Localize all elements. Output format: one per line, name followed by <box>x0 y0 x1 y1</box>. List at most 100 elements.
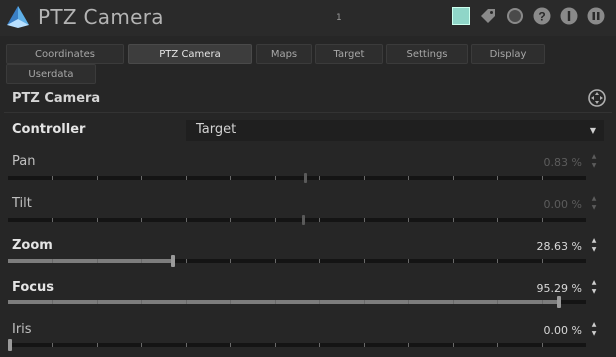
focus-value: 95.29 % <box>536 282 582 295</box>
pan-value: 0.83 % <box>543 156 582 169</box>
slider-tick <box>141 176 142 180</box>
section-header: PTZ Camera <box>0 87 616 111</box>
slider-tick <box>141 343 142 347</box>
slider-tick <box>186 259 187 263</box>
slider-tick <box>497 176 498 180</box>
tab-ptz-camera[interactable]: PTZ Camera <box>128 44 252 64</box>
slider-tick <box>542 259 543 263</box>
slider-tick <box>141 259 142 263</box>
slider-tick <box>408 259 409 263</box>
slider-tick <box>230 343 231 347</box>
iris-value: 0.00 % <box>543 324 582 337</box>
window-title: PTZ Camera <box>38 5 164 29</box>
slider-tick <box>497 259 498 263</box>
slider-tick <box>364 259 365 263</box>
tag-icon[interactable] <box>478 6 498 26</box>
focus-stepper[interactable]: ▲ ▼ <box>590 278 598 296</box>
slider-tick <box>186 218 187 222</box>
tab-coordinates[interactable]: Coordinates <box>6 44 124 64</box>
tab-userdata[interactable]: Userdata <box>6 64 96 84</box>
slider-tick <box>52 300 53 304</box>
controller-dropdown[interactable]: Target ▼ <box>186 120 604 141</box>
slider-tick <box>275 218 276 222</box>
slider-tick <box>453 343 454 347</box>
status-mark: 1 <box>336 13 342 23</box>
slider-tick <box>408 218 409 222</box>
tilt-label: Tilt <box>12 196 32 211</box>
slider-tick <box>453 218 454 222</box>
slider-tick <box>408 343 409 347</box>
slider-tick <box>230 176 231 180</box>
slider-tick <box>230 259 231 263</box>
slider-tick <box>453 176 454 180</box>
slider-tick <box>97 300 98 304</box>
slider-tick <box>408 176 409 180</box>
section-title: PTZ Camera <box>12 91 101 106</box>
toolbar-icons: ? <box>451 6 606 26</box>
slider-tick <box>319 176 320 180</box>
iris-ticks <box>8 343 586 347</box>
zoom-value: 28.63 % <box>536 240 582 253</box>
pause-icon[interactable] <box>586 6 606 26</box>
divider <box>4 112 612 113</box>
slider-tick <box>319 300 320 304</box>
slider-tick <box>230 300 231 304</box>
slider-tick <box>275 343 276 347</box>
zoom-stepper[interactable]: ▲ ▼ <box>590 236 598 254</box>
slider-tick <box>364 176 365 180</box>
slider-tick <box>275 176 276 180</box>
title-bar: PTZ Camera 1 ? <box>0 0 616 36</box>
slider-tick <box>364 300 365 304</box>
slider-tick <box>275 259 276 263</box>
app-logo-icon <box>7 6 29 28</box>
slider-tick <box>141 300 142 304</box>
tab-bar: Coordinates PTZ Camera Maps Target Setti… <box>0 40 616 86</box>
tab-maps[interactable]: Maps <box>256 44 312 64</box>
slider-tick <box>97 259 98 263</box>
slider-tick <box>52 176 53 180</box>
slider-tick <box>497 218 498 222</box>
slider-tick <box>453 259 454 263</box>
slider-tick <box>319 218 320 222</box>
zoom-ticks <box>8 259 586 263</box>
slider-tick <box>542 176 543 180</box>
tilt-stepper[interactable]: ▲ ▼ <box>590 194 598 212</box>
slider-tick <box>230 218 231 222</box>
slider-tick <box>364 343 365 347</box>
tab-display[interactable]: Display <box>471 44 545 64</box>
slider-tick <box>453 300 454 304</box>
help-icon[interactable]: ? <box>532 6 552 26</box>
slider-tick <box>319 343 320 347</box>
slider-tick <box>497 300 498 304</box>
tab-target[interactable]: Target <box>315 44 383 64</box>
tab-settings[interactable]: Settings <box>386 44 468 64</box>
slider-tick <box>319 259 320 263</box>
slider-tick <box>52 343 53 347</box>
tilt-ticks <box>8 218 586 222</box>
pan-ticks <box>8 176 586 180</box>
focus-ticks <box>8 300 586 304</box>
color-swatch-icon[interactable] <box>451 6 471 26</box>
slider-tick <box>52 218 53 222</box>
pan-stepper[interactable]: ▲ ▼ <box>590 152 598 170</box>
iris-label: Iris <box>12 322 32 337</box>
slider-tick <box>408 300 409 304</box>
tilt-value: 0.00 % <box>543 198 582 211</box>
zoom-label: Zoom <box>12 238 53 253</box>
iris-stepper[interactable]: ▲ ▼ <box>590 320 598 338</box>
controller-label: Controller <box>12 122 86 137</box>
slider-tick <box>542 218 543 222</box>
info-icon[interactable] <box>559 6 579 26</box>
slider-tick <box>186 176 187 180</box>
focus-label: Focus <box>12 280 54 295</box>
move-icon[interactable] <box>588 89 606 107</box>
record-icon[interactable] <box>505 6 525 26</box>
pan-label: Pan <box>12 154 36 169</box>
dropdown-arrow-icon: ▼ <box>589 126 596 135</box>
slider-tick <box>364 218 365 222</box>
controller-value: Target <box>196 122 237 137</box>
slider-tick <box>97 176 98 180</box>
slider-tick <box>186 300 187 304</box>
slider-tick <box>542 300 543 304</box>
slider-tick <box>186 343 187 347</box>
